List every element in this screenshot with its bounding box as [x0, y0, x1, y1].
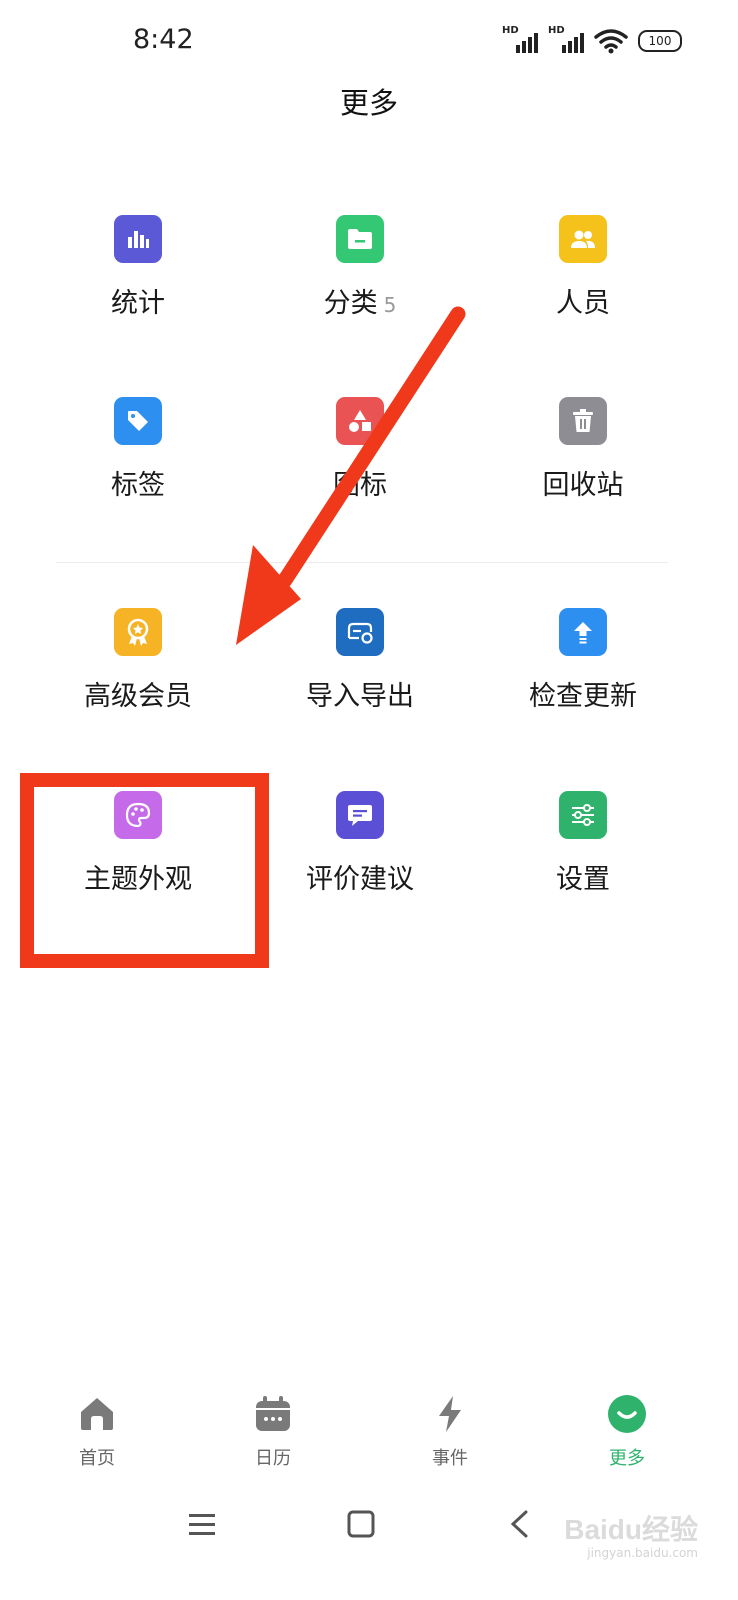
status-icons: HD HD 100	[502, 25, 682, 54]
grid-item-tags[interactable]: 标签	[28, 397, 248, 537]
tab-events[interactable]: 事件	[390, 1382, 510, 1482]
status-bar: 8:42 HD HD 100	[0, 0, 738, 84]
grid-item-statistics[interactable]: 统计	[28, 215, 248, 355]
tab-calendar[interactable]: 日历	[213, 1382, 333, 1482]
grid-item-label: 导入导出	[306, 681, 414, 712]
grid-item-label: 标签	[111, 470, 165, 501]
home-icon	[81, 1398, 113, 1430]
watermark: Baidu经验	[564, 1514, 698, 1545]
grid-item-premium[interactable]: 高级会员	[28, 608, 248, 748]
grid-item-label: 分类 5	[250, 281, 470, 320]
wifi-icon	[594, 29, 628, 54]
grid-item-icons[interactable]: 图标	[250, 397, 470, 537]
section-divider	[56, 562, 668, 563]
trash-icon	[559, 397, 607, 445]
bottom-tab-bar: 首页 日历 事件 更多	[0, 1382, 738, 1482]
tab-home[interactable]: 首页	[37, 1382, 157, 1482]
category-count-badge: 5	[383, 293, 397, 317]
status-time: 8:42	[133, 24, 194, 55]
grid-item-people[interactable]: 人员	[473, 215, 693, 355]
tab-label: 首页	[79, 1448, 115, 1469]
tab-label: 日历	[255, 1448, 291, 1469]
signal-icon: HD	[502, 25, 538, 53]
tab-more[interactable]: 更多	[567, 1382, 687, 1482]
grid-item-label: 设置	[556, 864, 610, 895]
shapes-icon	[336, 397, 384, 445]
grid-item-import-export[interactable]: 导入导出	[250, 608, 470, 748]
grid-item-label: 回收站	[542, 470, 624, 501]
grid-item-label: 高级会员	[84, 681, 192, 712]
signal-icon: HD	[548, 25, 584, 53]
tab-label: 更多	[609, 1448, 645, 1469]
watermark-sub: jingyan.baidu.com	[587, 1546, 698, 1560]
import-export-icon	[336, 608, 384, 656]
grid-item-category[interactable]: 分类 5	[250, 215, 470, 355]
grid-item-check-update[interactable]: 检查更新	[473, 608, 693, 748]
smile-icon	[608, 1395, 646, 1433]
grid-item-settings[interactable]: 设置	[473, 791, 693, 931]
grid-item-label: 统计	[111, 288, 165, 319]
calendar-icon	[256, 1396, 290, 1431]
award-icon	[114, 608, 162, 656]
grid-item-label: 评价建议	[306, 864, 414, 895]
people-icon	[559, 215, 607, 263]
sliders-icon	[559, 791, 607, 839]
bar-chart-icon	[114, 215, 162, 263]
grid-item-label: 人员	[556, 288, 610, 319]
home-square-icon[interactable]	[341, 1504, 381, 1544]
back-icon[interactable]	[500, 1504, 540, 1544]
grid-item-feedback[interactable]: 评价建议	[250, 791, 470, 931]
tab-label: 事件	[432, 1448, 468, 1469]
battery-icon: 100	[638, 30, 682, 52]
folder-icon	[336, 215, 384, 263]
lightning-icon	[439, 1396, 461, 1432]
upload-arrow-icon	[559, 608, 607, 656]
menu-icon[interactable]	[182, 1504, 222, 1544]
page-title: 更多	[339, 86, 398, 120]
grid-item-recycle-bin[interactable]: 回收站	[473, 397, 693, 537]
chat-icon	[336, 791, 384, 839]
tag-icon	[114, 397, 162, 445]
grid-item-label: 图标	[333, 470, 387, 501]
annotation-highlight-box	[20, 773, 269, 968]
category-label: 分类	[323, 288, 378, 319]
grid-item-label: 检查更新	[529, 681, 637, 712]
